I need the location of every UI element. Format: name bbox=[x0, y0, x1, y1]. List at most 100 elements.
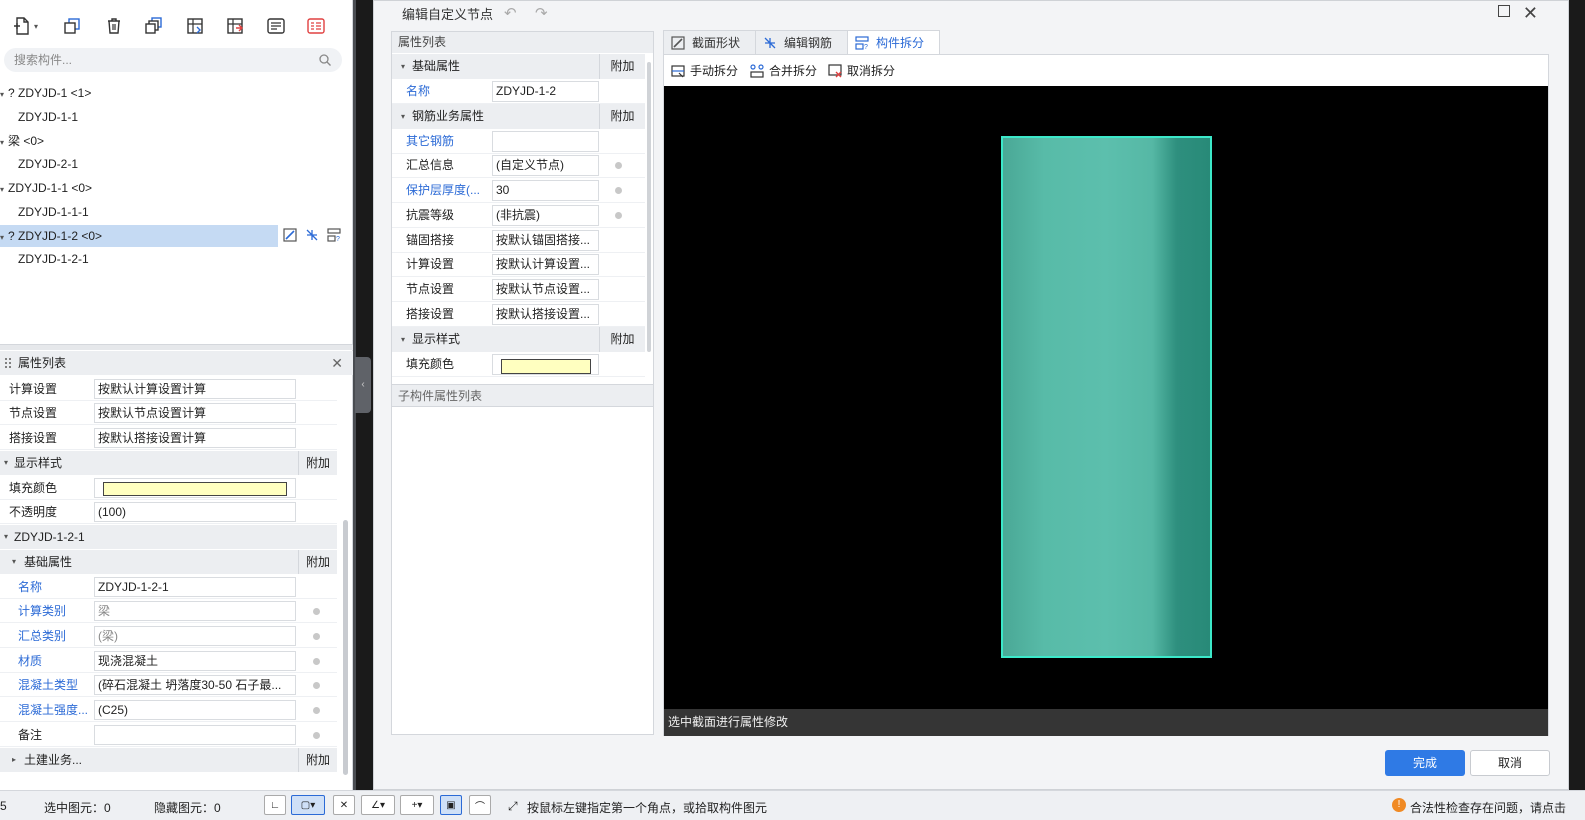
lap-setting-field[interactable]: 按默认搭接设置... bbox=[492, 304, 599, 325]
lap-setting-field[interactable]: 按默认搭接设置计算 bbox=[94, 428, 296, 448]
ortho-mode-button[interactable]: ∟ bbox=[264, 795, 286, 815]
calc-type-field[interactable]: 梁 bbox=[94, 601, 296, 621]
arc-mode-button[interactable]: ⌒ bbox=[469, 795, 491, 815]
tree-node-zdyjd-1-2-1[interactable]: ZDYJD-1-2-1 bbox=[0, 248, 345, 270]
expand-arrow-icon[interactable]: ▾ bbox=[0, 179, 8, 201]
cancel-button[interactable]: 取消 bbox=[1470, 750, 1550, 776]
section-shape-icon bbox=[283, 228, 297, 242]
merge-split-button[interactable]: 合并拆分 bbox=[747, 59, 817, 83]
status-dot-icon bbox=[615, 162, 622, 169]
export-button[interactable] bbox=[221, 12, 249, 40]
status-dot-icon bbox=[313, 732, 320, 739]
node-setting-field[interactable]: 按默认节点设置... bbox=[492, 279, 599, 300]
collapse-arrow-icon[interactable]: ▾ bbox=[401, 327, 405, 352]
angle-mode-button[interactable]: ∠▾ bbox=[361, 795, 395, 815]
tree-node-zdyjd-1[interactable]: ▾? ZDYJD-1 <1> bbox=[0, 82, 345, 104]
grid-mode-button[interactable]: ▣ bbox=[440, 795, 462, 815]
collapse-arrow-icon[interactable]: ▾ bbox=[12, 550, 16, 574]
close-icon[interactable]: ✕ bbox=[331, 351, 343, 375]
tree-node-beam[interactable]: ▾ 梁 <0> bbox=[0, 130, 345, 152]
new-component-button[interactable]: ▾ bbox=[6, 12, 44, 40]
snap-mode-button[interactable]: +▾ bbox=[400, 795, 434, 815]
property-scrollbar[interactable] bbox=[647, 62, 651, 352]
section-rebar-properties[interactable]: ▾ 钢筋业务属性 附加 bbox=[392, 104, 645, 129]
split-canvas-frame: 手动拆分 合并拆分 取消拆分 选中截面进行属性修改 bbox=[663, 54, 1549, 736]
other-rebar-field[interactable] bbox=[492, 131, 599, 152]
collapse-arrow-icon[interactable]: ▾ bbox=[401, 104, 405, 129]
search-input[interactable]: 搜索构件... bbox=[4, 48, 342, 72]
tree-node-zdyjd-1-1[interactable]: ZDYJD-1-1 bbox=[0, 106, 345, 128]
prop-row-summary-type: 汇总类别 (梁) bbox=[0, 624, 337, 648]
collapse-arrow-icon[interactable]: ▾ bbox=[4, 451, 8, 475]
collapse-arrow-icon[interactable]: ▾ bbox=[4, 525, 8, 549]
section-civil-business[interactable]: ▸ 土建业务... 附加 bbox=[0, 748, 337, 772]
name-field[interactable]: ZDYJD-1-2-1 bbox=[94, 577, 296, 597]
beam-section-shape[interactable] bbox=[1001, 136, 1212, 658]
section-basic-properties[interactable]: ▾ 基础属性 附加 bbox=[392, 54, 645, 79]
list-button[interactable] bbox=[262, 12, 290, 40]
expand-arrow-icon[interactable]: ▾ bbox=[0, 132, 8, 154]
material-field[interactable]: 现浇混凝土 bbox=[94, 651, 296, 671]
select-box-icon: ▢▾ bbox=[300, 799, 316, 811]
seismic-grade-field[interactable]: (非抗震) bbox=[492, 205, 599, 226]
tree-node-zdyjd-1-2[interactable]: ▾? ZDYJD-1-2 <0> bbox=[0, 225, 278, 247]
delete-button[interactable] bbox=[100, 12, 128, 40]
import-button[interactable] bbox=[181, 12, 209, 40]
section-basic-properties[interactable]: ▾ 基础属性 附加 bbox=[0, 550, 337, 574]
collapse-panel-handle[interactable]: ‹ bbox=[355, 357, 371, 413]
expand-arrow-icon[interactable]: ▾ bbox=[0, 84, 8, 106]
cancel-split-button[interactable]: 取消拆分 bbox=[825, 59, 895, 83]
tab-component-split[interactable]: ? 构件拆分 bbox=[847, 30, 940, 55]
undo-icon[interactable]: ↶ bbox=[504, 5, 517, 23]
prop-row-lap-setting: 搭接设置 按默认搭接设置计算 bbox=[0, 426, 337, 450]
tree-node-zdyjd-1-1-group[interactable]: ▾ ZDYJD-1-1 <0> bbox=[0, 177, 345, 199]
tree-node-zdyjd-1-1-1[interactable]: ZDYJD-1-1-1 bbox=[0, 201, 345, 223]
finish-button[interactable]: 完成 bbox=[1385, 750, 1465, 776]
calc-setting-field[interactable]: 按默认计算设置计算 bbox=[94, 379, 296, 399]
split-component-button[interactable]: ? bbox=[325, 226, 343, 244]
validation-warning-text[interactable]: 合法性检查存在问题，请点击 bbox=[1410, 799, 1566, 816]
redo-icon[interactable]: ↷ bbox=[535, 5, 548, 23]
fill-color-field[interactable] bbox=[492, 354, 599, 375]
warning-icon[interactable]: ! bbox=[1392, 798, 1406, 812]
duplicate-button[interactable] bbox=[140, 12, 168, 40]
tab-section-shape[interactable]: 截面形状 bbox=[663, 30, 756, 54]
section-canvas[interactable] bbox=[664, 86, 1548, 709]
expand-arrow-icon[interactable]: ▸ bbox=[12, 748, 16, 772]
cover-thickness-field[interactable]: 30 bbox=[492, 180, 599, 201]
fill-color-field[interactable] bbox=[94, 478, 296, 498]
export-icon bbox=[227, 18, 243, 34]
opacity-field[interactable]: (100) bbox=[94, 502, 296, 522]
dialog-name-field[interactable]: ZDYJD-1-2 bbox=[492, 81, 599, 102]
edit-section-button[interactable] bbox=[281, 226, 299, 244]
select-mode-button[interactable]: ▢▾ bbox=[291, 795, 325, 815]
drag-handle-icon[interactable] bbox=[4, 357, 12, 369]
copy-button[interactable] bbox=[58, 12, 86, 40]
section-display-style[interactable]: ▾ 显示样式 附加 bbox=[392, 327, 645, 352]
concrete-type-field[interactable]: (碎石混凝土 坍落度30-50 石子最... bbox=[94, 675, 296, 695]
node-setting-field[interactable]: 按默认节点设置计算 bbox=[94, 403, 296, 423]
tree-node-zdyjd-2-1[interactable]: ZDYJD-2-1 bbox=[0, 153, 345, 175]
expand-arrow-icon[interactable]: ▾ bbox=[0, 227, 8, 249]
rebar-icon bbox=[306, 229, 318, 241]
status-dot-icon bbox=[313, 608, 320, 615]
edit-rebar-button[interactable] bbox=[303, 226, 321, 244]
manual-split-button[interactable]: 手动拆分 bbox=[668, 59, 738, 83]
summary-info-field[interactable]: (自定义节点) bbox=[492, 155, 599, 176]
calc-setting-field[interactable]: 按默认计算设置... bbox=[492, 254, 599, 275]
panel-divider[interactable] bbox=[0, 344, 353, 350]
cross-mode-button[interactable]: ✕ bbox=[333, 795, 355, 815]
remark-field[interactable] bbox=[94, 725, 296, 745]
close-icon[interactable]: ✕ bbox=[1523, 1, 1538, 25]
properties-scrollbar[interactable] bbox=[343, 520, 348, 775]
anchor-lap-field[interactable]: 按默认锚固搭接... bbox=[492, 230, 599, 251]
table-button[interactable] bbox=[302, 12, 330, 40]
maximize-icon[interactable] bbox=[1498, 5, 1510, 17]
concrete-strength-field[interactable]: (C25) bbox=[94, 700, 296, 720]
tab-edit-rebar[interactable]: 编辑钢筋 bbox=[755, 30, 848, 54]
summary-type-field[interactable]: (梁) bbox=[94, 626, 296, 646]
section-sub-component[interactable]: ▾ ZDYJD-1-2-1 bbox=[0, 525, 337, 549]
section-display-style[interactable]: ▾ 显示样式 附加 bbox=[0, 451, 337, 475]
collapse-arrow-icon[interactable]: ▾ bbox=[401, 54, 405, 79]
search-icon[interactable] bbox=[318, 53, 332, 67]
